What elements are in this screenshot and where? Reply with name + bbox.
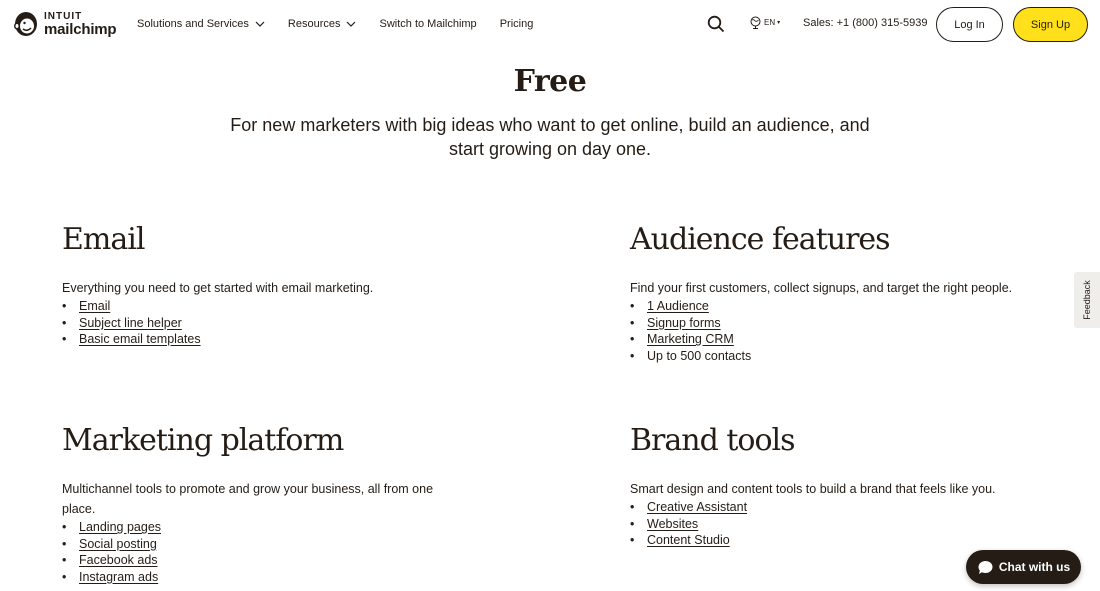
list-item: 1 Audience <box>630 298 1050 315</box>
list-item: Marketing CRM <box>630 331 1050 348</box>
nav-label: Resources <box>287 18 341 30</box>
list-item: Websites <box>630 516 1070 533</box>
language-selector[interactable]: EN ▾ <box>749 16 780 29</box>
feature-title: Brand tools <box>630 423 796 458</box>
feature-description: Everything you need to get started with … <box>62 281 374 295</box>
feature-title: Email <box>62 222 145 257</box>
feedback-label: Feedback <box>1082 280 1092 320</box>
globe-icon <box>750 16 761 29</box>
feature-list: Creative Assistant Websites Content Stud… <box>630 499 1070 549</box>
feature-link[interactable]: Basic email templates <box>79 332 201 346</box>
nav-label: Switch to Mailchimp <box>379 18 477 30</box>
list-item: Social posting <box>62 536 462 553</box>
chat-button[interactable]: Chat with us <box>966 550 1081 584</box>
feature-audience: Audience features Find your first custom… <box>630 222 1050 364</box>
nav-pricing[interactable]: Pricing <box>500 18 534 30</box>
signup-button[interactable]: Sign Up <box>1013 7 1088 42</box>
list-item: Up to 500 contacts <box>630 348 1050 365</box>
feature-link[interactable]: Instagram ads <box>79 570 158 584</box>
list-item: Basic email templates <box>62 331 502 348</box>
freddie-logo-icon <box>14 12 37 36</box>
feature-marketing-platform: Marketing platform Multichannel tools to… <box>62 423 462 585</box>
logo-intuit-text: INTUIT <box>44 10 83 22</box>
list-item: Email <box>62 298 502 315</box>
list-item: Landing pages <box>62 519 462 536</box>
sales-phone[interactable]: Sales: +1 (800) 315-5939 <box>803 17 927 29</box>
feature-title: Audience features <box>630 222 891 257</box>
list-item: Content Studio <box>630 532 1070 549</box>
list-item: Instagram ads <box>62 569 462 586</box>
search-icon[interactable] <box>707 15 725 33</box>
logo-mailchimp-text: mailchimp <box>44 20 117 38</box>
feature-description: Find your first customers, collect signu… <box>630 281 1013 295</box>
feature-link[interactable]: Landing pages <box>79 520 161 534</box>
login-button[interactable]: Log In <box>936 7 1003 42</box>
feature-link[interactable]: Signup forms <box>647 316 721 330</box>
feature-list: Email Subject line helper Basic email te… <box>62 298 502 348</box>
caret-down-icon: ▾ <box>777 20 781 26</box>
feature-brand-tools: Brand tools Smart design and content too… <box>630 423 1070 549</box>
feature-email: Email Everything you need to get started… <box>62 222 502 348</box>
feature-link[interactable]: Content Studio <box>647 533 730 547</box>
chat-bubble-icon <box>978 560 993 574</box>
feature-link[interactable]: Email <box>79 299 110 313</box>
list-item: Creative Assistant <box>630 499 1070 516</box>
nav-solutions-and-services[interactable]: Solutions and Services <box>137 18 265 30</box>
main-nav: Solutions and Services Resources Switch … <box>137 0 556 48</box>
feature-link[interactable]: Websites <box>647 517 698 531</box>
nav-label: Pricing <box>499 18 534 30</box>
feature-link[interactable]: Creative Assistant <box>647 500 747 514</box>
feature-description: Smart design and content tools to build … <box>630 482 996 496</box>
feature-list: Landing pages Social posting Facebook ad… <box>62 519 462 585</box>
feature-description: Multichannel tools to promote and grow y… <box>62 482 434 516</box>
site-header: INTUIT mailchimp Solutions and Services … <box>0 0 1100 48</box>
nav-label: Solutions and Services <box>137 18 249 30</box>
plan-subtitle: For new marketers with big ideas who wan… <box>230 115 870 159</box>
feature-link[interactable]: 1 Audience <box>647 299 709 313</box>
feedback-tab[interactable]: Feedback <box>1074 272 1100 328</box>
nav-resources[interactable]: Resources <box>288 18 357 30</box>
chat-label: Chat with us <box>998 560 1071 574</box>
chevron-down-icon <box>255 21 265 27</box>
nav-switch-to-mailchimp[interactable]: Switch to Mailchimp <box>379 18 476 30</box>
feature-link[interactable]: Facebook ads <box>79 553 158 567</box>
mailchimp-logo[interactable]: INTUIT mailchimp <box>12 9 117 39</box>
language-code: EN <box>764 18 776 27</box>
list-item: Subject line helper <box>62 315 502 332</box>
feature-list: 1 Audience Signup forms Marketing CRM Up… <box>630 298 1050 364</box>
feature-link[interactable]: Subject line helper <box>79 316 182 330</box>
feature-text: Up to 500 contacts <box>647 348 752 363</box>
feature-title: Marketing platform <box>62 423 344 458</box>
chevron-down-icon <box>347 21 356 27</box>
list-item: Facebook ads <box>62 552 462 569</box>
feature-link[interactable]: Marketing CRM <box>647 332 734 346</box>
list-item: Signup forms <box>630 315 1050 332</box>
feature-link[interactable]: Social posting <box>79 537 157 551</box>
plan-title: Free <box>513 64 587 99</box>
